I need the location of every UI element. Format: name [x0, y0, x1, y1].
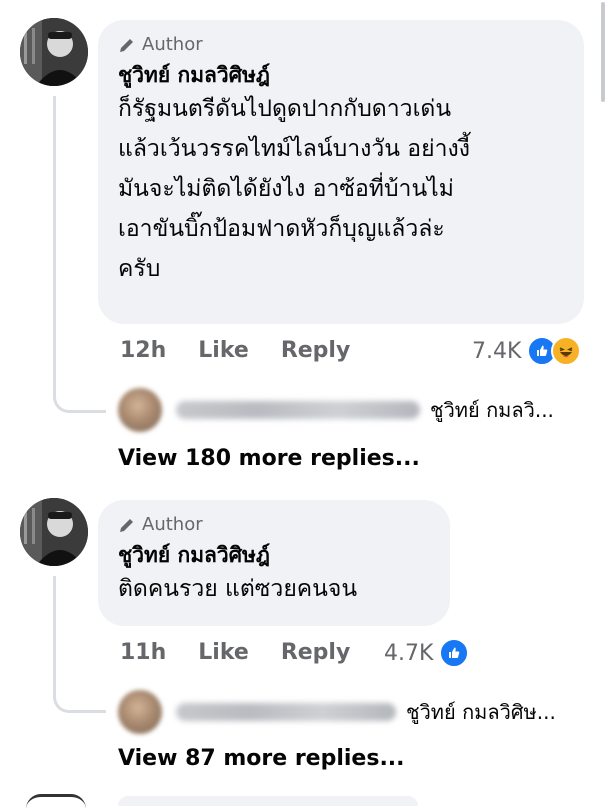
like-button[interactable]: Like: [198, 640, 249, 665]
reply-snippet: ชูวิทย์ กมลวิ...: [430, 398, 554, 422]
replier-avatar: [118, 690, 162, 734]
pencil-icon: [120, 518, 133, 532]
author-badge-label: Author: [142, 514, 203, 535]
like-icon: [439, 638, 470, 668]
pencil-icon: [120, 38, 133, 52]
reaction-count: 4.7K: [384, 640, 434, 666]
thread-line: [53, 96, 56, 396]
comment-actions: 11h Like Reply: [120, 640, 350, 665]
scrollbar[interactable]: [601, 2, 605, 102]
author-badge: Author: [118, 34, 564, 55]
replier-name-blurred: [176, 703, 396, 721]
reply-snippet: ชูวิทย์ กมลวิศิษ...: [406, 700, 556, 724]
author-avatar[interactable]: [20, 18, 88, 86]
commenter-name[interactable]: ชูวิทย์ กมลวิศิษฎ์: [118, 61, 564, 89]
comment-text: ติดคนรวย แต่ซวยคนจน: [118, 576, 358, 602]
reaction-count: 7.4K: [472, 338, 522, 364]
comment-text: ก็รัฐมนตรีดันไปดูดปากกับดาวเด่น แล้วเว้น…: [118, 96, 470, 282]
view-more-replies-button[interactable]: View 87 more replies...: [118, 746, 405, 771]
author-badge: Author: [118, 514, 430, 535]
reply-preview[interactable]: ชูวิทย์ กมลวิ...: [118, 388, 554, 432]
reaction-summary[interactable]: 4.7K: [384, 638, 470, 668]
comment-timestamp[interactable]: 12h: [120, 338, 166, 363]
commenter-name[interactable]: ชูวิทย์ กมลวิศิษฎ์: [118, 541, 430, 569]
reply-preview[interactable]: ชูวิทย์ กมลวิศิษ...: [118, 690, 556, 734]
like-button[interactable]: Like: [198, 338, 249, 363]
author-avatar[interactable]: [20, 498, 88, 566]
view-more-replies-button[interactable]: View 180 more replies...: [118, 446, 420, 471]
thread-line: [53, 576, 56, 696]
replier-avatar: [118, 388, 162, 432]
replier-name-blurred: [176, 401, 420, 419]
comment-actions: 12h Like Reply: [120, 338, 350, 363]
reply-button[interactable]: Reply: [281, 640, 351, 665]
comment-bubble: Author ชูวิทย์ กมลวิศิษฎ์ ก็รัฐมนตรีดันไ…: [98, 20, 584, 324]
next-bubble-edge: [118, 796, 418, 806]
thread-connector: [53, 680, 106, 713]
thread-connector: [53, 380, 106, 413]
author-badge-label: Author: [142, 34, 203, 55]
comment-timestamp[interactable]: 11h: [120, 640, 166, 665]
reply-button[interactable]: Reply: [281, 338, 351, 363]
haha-icon: [551, 336, 582, 366]
comment-bubble: Author ชูวิทย์ กมลวิศิษฎ์ ติดคนรวย แต่ซว…: [98, 500, 450, 626]
next-comment-edge: [26, 794, 86, 809]
reaction-summary[interactable]: 7.4K: [472, 336, 582, 366]
